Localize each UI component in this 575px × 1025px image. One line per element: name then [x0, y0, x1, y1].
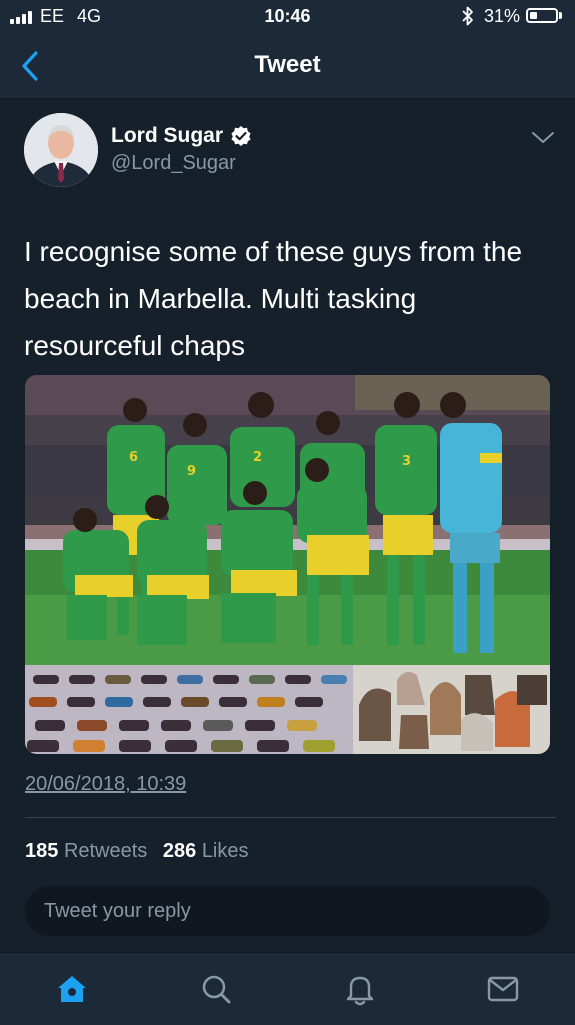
- bluetooth-icon: [462, 6, 473, 26]
- svg-text:3: 3: [402, 454, 411, 469]
- messages-icon[interactable]: [485, 971, 521, 1007]
- tweet-text: I recognise some of these guys from the …: [24, 236, 523, 361]
- chevron-down-icon[interactable]: [530, 130, 556, 146]
- verified-badge-icon: [231, 126, 251, 146]
- reply-input[interactable]: Tweet your reply: [25, 886, 550, 936]
- status-bar: EE 4G 10:46 31%: [0, 0, 575, 36]
- likes-label[interactable]: Likes: [202, 840, 249, 862]
- notifications-icon[interactable]: [342, 971, 378, 1007]
- nav-bar: Tweet: [0, 36, 575, 99]
- tab-bar: [0, 952, 575, 1025]
- battery-tip: [559, 12, 562, 19]
- user-handle[interactable]: @Lord_Sugar: [111, 152, 236, 175]
- tweet-photo[interactable]: 6 9 2 3: [25, 375, 550, 754]
- user-name[interactable]: Lord Sugar: [111, 124, 223, 148]
- battery-percent: 31%: [484, 6, 521, 26]
- avatar[interactable]: [24, 113, 98, 187]
- battery-icon: [526, 8, 558, 23]
- retweets-count[interactable]: 185: [25, 840, 58, 862]
- search-icon[interactable]: [198, 971, 234, 1007]
- likes-count[interactable]: 286: [163, 840, 196, 862]
- svg-text:9: 9: [187, 464, 196, 479]
- svg-text:2: 2: [253, 450, 262, 465]
- tweet-stats: 185 Retweets 286 Likes: [25, 840, 259, 863]
- tweet-timestamp[interactable]: 20/06/2018, 10:39: [25, 773, 186, 796]
- page-title: Tweet: [254, 51, 321, 78]
- home-icon[interactable]: [54, 971, 90, 1007]
- svg-text:6: 6: [129, 450, 138, 465]
- retweets-label[interactable]: Retweets: [64, 840, 147, 862]
- divider: [25, 817, 556, 818]
